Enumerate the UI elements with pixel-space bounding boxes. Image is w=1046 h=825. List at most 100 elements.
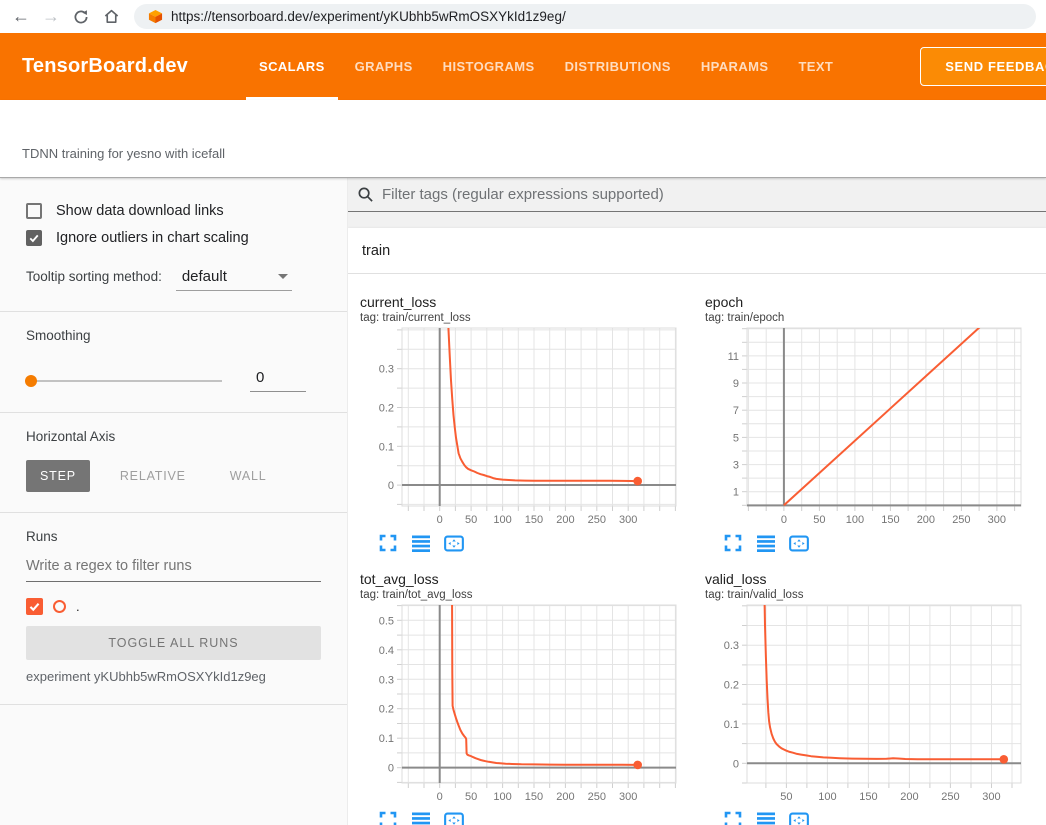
back-icon[interactable]: ← xyxy=(8,4,34,30)
svg-text:0: 0 xyxy=(388,480,394,492)
url-bar[interactable]: https://tensorboard.dev/experiment/yKUbh… xyxy=(134,4,1036,29)
smoothing-value-input[interactable] xyxy=(250,369,306,392)
chart-actions xyxy=(705,810,1046,825)
chart-actions xyxy=(360,810,705,825)
tensorboard-favicon xyxy=(148,9,163,24)
forward-icon[interactable]: → xyxy=(38,4,64,30)
fit-domain-icon[interactable] xyxy=(444,533,464,553)
tab-graphs[interactable]: GRAPHS xyxy=(340,33,428,100)
svg-text:100: 100 xyxy=(818,791,836,803)
slider-thumb[interactable] xyxy=(25,375,37,387)
svg-text:300: 300 xyxy=(988,514,1006,526)
svg-text:0.1: 0.1 xyxy=(379,733,394,745)
dashboard-main: train current_loss tag: train/current_lo… xyxy=(348,178,1046,825)
tag-filter-input[interactable] xyxy=(382,186,1046,203)
svg-text:5: 5 xyxy=(733,432,739,444)
tag-group-header[interactable]: train xyxy=(348,228,1046,274)
runs-filter-input[interactable] xyxy=(26,558,321,582)
svg-text:0: 0 xyxy=(733,758,739,770)
svg-text:0: 0 xyxy=(437,514,443,526)
checkbox-label: Show data download links xyxy=(56,203,224,219)
chevron-down-icon xyxy=(278,274,288,279)
line-chart[interactable]: 0501001502002503001357911 xyxy=(705,326,1045,528)
line-chart[interactable]: 05010015020025030000.10.20.30.40.5 xyxy=(360,603,700,805)
svg-text:300: 300 xyxy=(982,791,1000,803)
horizontal-bars-icon[interactable] xyxy=(411,810,431,825)
tooltip-sorting-label: Tooltip sorting method: xyxy=(26,269,162,284)
nav-tabs: SCALARS GRAPHS HISTOGRAMS DISTRIBUTIONS … xyxy=(244,33,848,100)
checkbox-label: Ignore outliers in chart scaling xyxy=(56,230,249,246)
ignore-outliers-row[interactable]: Ignore outliers in chart scaling xyxy=(26,230,321,246)
run-color-circle[interactable] xyxy=(53,600,66,613)
tag-group-card: train current_loss tag: train/current_lo… xyxy=(348,228,1046,825)
horizontal-bars-icon[interactable] xyxy=(756,810,776,825)
runs-label: Runs xyxy=(26,529,321,544)
show-download-links-checkbox[interactable] xyxy=(26,203,42,219)
chart-tag: tag: train/valid_loss xyxy=(705,589,1046,601)
tab-hparams[interactable]: HPARAMS xyxy=(686,33,784,100)
axis-step-button[interactable]: STEP xyxy=(26,460,90,492)
fit-domain-icon[interactable] xyxy=(789,810,809,825)
tab-distributions[interactable]: DISTRIBUTIONS xyxy=(550,33,686,100)
check-icon xyxy=(28,600,41,613)
reload-icon[interactable] xyxy=(68,4,94,30)
line-chart[interactable]: 5010015020025030000.10.20.3 xyxy=(705,603,1045,805)
axis-wall-button[interactable]: WALL xyxy=(216,460,281,492)
chart-actions xyxy=(705,533,1046,553)
chart-card: valid_loss tag: train/valid_loss 50 100 15… xyxy=(705,571,1046,825)
run-checkbox[interactable] xyxy=(26,598,43,615)
fit-domain-icon[interactable] xyxy=(444,810,464,825)
svg-text:250: 250 xyxy=(941,791,959,803)
app-brand: TensorBoard.dev xyxy=(22,55,188,78)
chart-tag: tag: train/current_loss xyxy=(360,312,705,324)
svg-text:9: 9 xyxy=(733,378,739,390)
line-chart[interactable]: 05010015020025030000.10.20.3 xyxy=(360,326,700,528)
svg-text:200: 200 xyxy=(556,791,574,803)
search-icon xyxy=(357,186,374,203)
tooltip-sorting-select[interactable]: default xyxy=(176,268,292,291)
svg-text:0.3: 0.3 xyxy=(379,674,394,686)
svg-text:0.3: 0.3 xyxy=(724,640,739,652)
chart-actions xyxy=(360,533,705,553)
horizontal-bars-icon[interactable] xyxy=(756,533,776,553)
chart-card: current_loss tag: train/current_loss 0 50… xyxy=(360,294,705,553)
show-download-links-row[interactable]: Show data download links xyxy=(26,203,321,219)
tab-histograms[interactable]: HISTOGRAMS xyxy=(428,33,550,100)
ignore-outliers-checkbox[interactable] xyxy=(26,230,42,246)
svg-text:100: 100 xyxy=(493,791,511,803)
svg-text:150: 150 xyxy=(859,791,877,803)
smoothing-slider[interactable] xyxy=(26,380,222,382)
experiment-id: experiment yKUbhb5wRmOSXYkId1z9eg xyxy=(26,669,321,684)
svg-text:200: 200 xyxy=(556,514,574,526)
svg-text:0.5: 0.5 xyxy=(379,615,394,627)
svg-text:200: 200 xyxy=(900,791,918,803)
svg-text:50: 50 xyxy=(780,791,792,803)
tab-scalars[interactable]: SCALARS xyxy=(244,33,340,100)
axis-relative-button[interactable]: RELATIVE xyxy=(106,460,200,492)
toggle-all-runs-button[interactable]: TOGGLE ALL RUNS xyxy=(26,626,321,660)
svg-text:250: 250 xyxy=(588,514,606,526)
fit-domain-icon[interactable] xyxy=(789,533,809,553)
svg-text:0.4: 0.4 xyxy=(379,645,394,657)
chart-title: tot_avg_loss xyxy=(360,571,705,587)
svg-text:0.2: 0.2 xyxy=(379,402,394,414)
tab-text[interactable]: TEXT xyxy=(783,33,848,100)
send-feedback-button[interactable]: SEND FEEDBACK xyxy=(920,47,1046,86)
svg-text:150: 150 xyxy=(525,514,543,526)
smoothing-section: Smoothing xyxy=(0,312,347,413)
smoothing-label: Smoothing xyxy=(26,328,321,343)
chart-title: valid_loss xyxy=(705,571,1046,587)
home-icon[interactable] xyxy=(98,4,124,30)
svg-text:250: 250 xyxy=(952,514,970,526)
horizontal-bars-icon[interactable] xyxy=(411,533,431,553)
svg-text:50: 50 xyxy=(465,514,477,526)
fullscreen-icon[interactable] xyxy=(723,533,743,553)
tooltip-sorting-value: default xyxy=(182,268,227,285)
svg-text:1: 1 xyxy=(733,487,739,499)
fullscreen-icon[interactable] xyxy=(378,810,398,825)
fullscreen-icon[interactable] xyxy=(723,810,743,825)
horizontal-axis-section: Horizontal Axis STEP RELATIVE WALL xyxy=(0,413,347,513)
fullscreen-icon[interactable] xyxy=(378,533,398,553)
svg-text:100: 100 xyxy=(493,514,511,526)
chart-title: current_loss xyxy=(360,294,705,310)
